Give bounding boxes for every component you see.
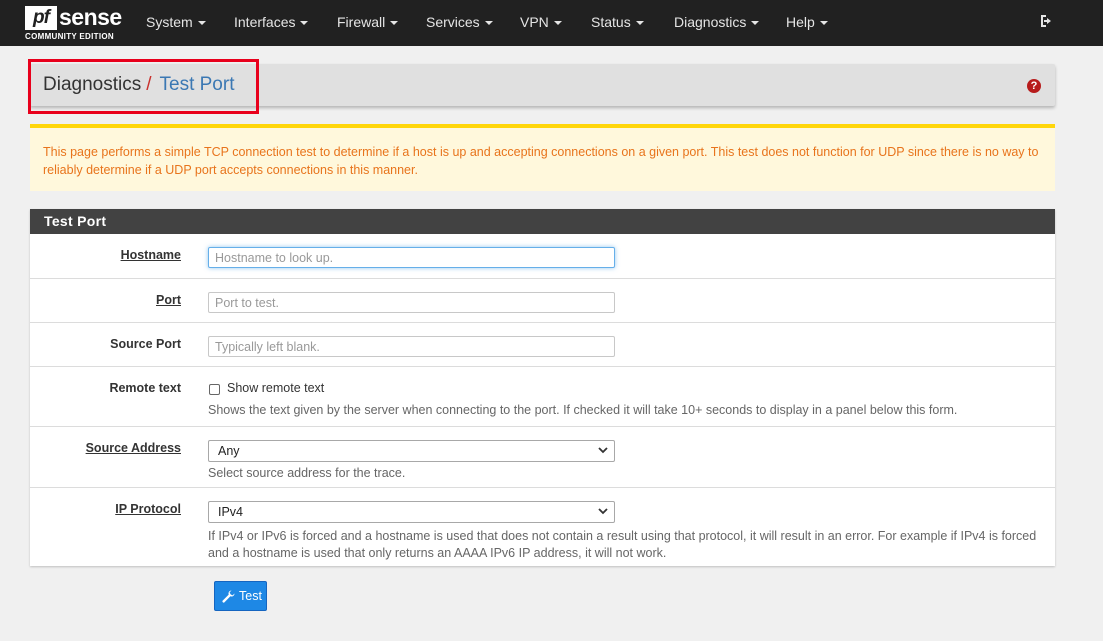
- nav-menu-label: Firewall: [337, 14, 386, 30]
- nav-menu-services[interactable]: Services: [426, 0, 493, 46]
- remote-text-row: Remote text Show remote text Shows the t…: [30, 366, 1055, 426]
- nav-menu-label: Status: [591, 14, 631, 30]
- logo-sense: sense: [59, 4, 122, 30]
- source-port-label: Source Port: [110, 337, 181, 351]
- wrench-icon: [222, 590, 235, 603]
- breadcrumb-parent: Diagnostics: [43, 74, 142, 95]
- pfsense-logo[interactable]: pf sense COMMUNITY EDITION: [25, 4, 122, 42]
- ip-protocol-label: IP Protocol: [115, 502, 181, 516]
- question-circle-icon[interactable]: ?: [1027, 79, 1041, 93]
- remote-text-help: Shows the text given by the server when …: [208, 403, 958, 417]
- port-input[interactable]: [208, 292, 615, 313]
- panel-title: Test Port: [30, 209, 1055, 234]
- hostname-input[interactable]: [208, 247, 615, 268]
- caret-down-icon: [197, 21, 206, 26]
- caret-down-icon: [751, 21, 760, 26]
- caret-down-icon: [484, 21, 493, 26]
- caret-down-icon: [553, 21, 562, 26]
- hostname-row: Hostname: [30, 234, 1055, 278]
- nav-menu-system[interactable]: System: [146, 0, 206, 46]
- source-port-row: Source Port: [30, 322, 1055, 366]
- logo-edition: COMMUNITY EDITION: [25, 32, 114, 41]
- source-address-select[interactable]: Any: [208, 440, 615, 462]
- chevron-down-icon: [598, 447, 608, 454]
- ip-protocol-selected: IPv4: [218, 505, 244, 519]
- caret-down-icon: [300, 21, 309, 26]
- remote-text-checkbox[interactable]: [209, 384, 220, 395]
- remote-text-label: Remote text: [109, 381, 181, 395]
- caret-down-icon: [390, 21, 399, 26]
- nav-menu-diagnostics[interactable]: Diagnostics: [674, 0, 760, 46]
- nav-menu-label: System: [146, 14, 193, 30]
- info-alert: This page performs a simple TCP connecti…: [30, 124, 1055, 191]
- hostname-label: Hostname: [120, 248, 181, 262]
- ip-protocol-help-line2: and a hostname is used that only returns…: [208, 546, 667, 560]
- port-label: Port: [156, 293, 181, 307]
- source-address-row: Source Address Any Select source address…: [30, 426, 1055, 487]
- source-address-selected: Any: [218, 444, 240, 458]
- chevron-down-icon: [598, 508, 608, 515]
- source-address-help: Select source address for the trace.: [208, 466, 406, 480]
- nav-menu-label: Interfaces: [234, 14, 296, 30]
- test-button[interactable]: Test: [214, 581, 267, 611]
- sign-out-icon[interactable]: [1039, 13, 1055, 29]
- source-port-input[interactable]: [208, 336, 615, 357]
- source-address-label: Source Address: [85, 441, 181, 455]
- caret-down-icon: [819, 21, 828, 26]
- ip-protocol-row: IP Protocol IPv4 If IPv4 or IPv6 is forc…: [30, 487, 1055, 566]
- nav-menu-interfaces[interactable]: Interfaces: [234, 0, 309, 46]
- logo-pf: pf: [25, 6, 57, 30]
- nav-menu-label: Help: [786, 14, 815, 30]
- test-button-label: Test: [239, 589, 262, 603]
- nav-menu-firewall[interactable]: Firewall: [337, 0, 399, 46]
- nav-menu-label: Services: [426, 14, 480, 30]
- nav-menu-label: Diagnostics: [674, 14, 747, 30]
- nav-menu-label: VPN: [520, 14, 549, 30]
- breadcrumb: Diagnostics / Test Port: [43, 73, 234, 97]
- caret-down-icon: [635, 21, 644, 26]
- breadcrumb-separator: /: [146, 74, 152, 95]
- nav-menu-vpn[interactable]: VPN: [520, 0, 562, 46]
- breadcrumb-current[interactable]: Test Port: [160, 74, 235, 95]
- test-port-panel: Test Port Hostname Port Source Port Remo…: [30, 209, 1055, 566]
- nav-menu-help[interactable]: Help: [786, 0, 828, 46]
- ip-protocol-select[interactable]: IPv4: [208, 501, 615, 523]
- remote-text-checkbox-label[interactable]: Show remote text: [227, 381, 324, 395]
- port-row: Port: [30, 278, 1055, 322]
- ip-protocol-help-line1: If IPv4 or IPv6 is forced and a hostname…: [208, 529, 1037, 543]
- nav-menu-status[interactable]: Status: [591, 0, 644, 46]
- top-navbar: pf sense COMMUNITY EDITION System Interf…: [0, 0, 1103, 46]
- alert-text: This page performs a simple TCP connecti…: [43, 145, 1039, 177]
